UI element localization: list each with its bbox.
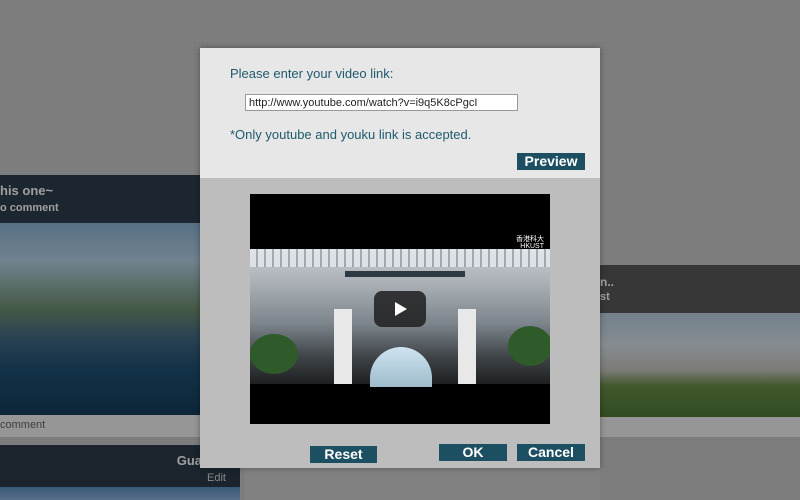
- post-card-right-subtitle: st: [600, 291, 610, 303]
- play-button[interactable]: [374, 291, 426, 327]
- video-frame-roof: [250, 249, 550, 267]
- video-frame-banner: [345, 271, 465, 277]
- video-preview[interactable]: 香港科大 HKUST: [250, 194, 550, 424]
- hkust-logo-line1: 香港科大: [516, 236, 544, 243]
- post-card-bottom-edit-link[interactable]: Edit: [207, 472, 226, 484]
- cancel-button[interactable]: Cancel: [517, 444, 585, 461]
- reset-button[interactable]: Reset: [310, 446, 377, 463]
- post-card-right[interactable]: n.. st: [600, 265, 800, 437]
- post-card-right-footer: [600, 417, 800, 437]
- post-card-right-title: n..: [600, 275, 614, 289]
- video-frame-tree-right: [508, 326, 550, 366]
- accepted-links-note: *Only youtube and youku link is accepted…: [230, 127, 472, 142]
- video-url-input[interactable]: [245, 94, 518, 111]
- post-card-bottom-title: Gua: [176, 453, 202, 468]
- preview-button[interactable]: Preview: [517, 153, 585, 170]
- post-card-right-photo[interactable]: [600, 313, 800, 417]
- video-frame-tree-left: [250, 334, 298, 374]
- hkust-logo: 香港科大 HKUST: [504, 236, 544, 250]
- hkust-logo-line2: HKUST: [520, 243, 544, 250]
- video-link-dialog: Please enter your video link: *Only yout…: [200, 48, 600, 468]
- video-frame-pillar-right: [458, 309, 476, 384]
- video-link-form: Please enter your video link: *Only yout…: [200, 48, 600, 178]
- post-card-right-header: n.. st: [600, 265, 800, 313]
- post-card-bottom-photo[interactable]: [0, 487, 240, 500]
- post-card-left-title: his one~: [0, 183, 54, 198]
- video-link-prompt: Please enter your video link:: [230, 66, 394, 81]
- ok-button[interactable]: OK: [439, 444, 507, 461]
- post-card-left-comment-label[interactable]: comment: [0, 419, 45, 431]
- play-icon: [395, 302, 407, 316]
- video-frame-pillar-left: [334, 309, 352, 384]
- post-card-left-subtitle: o comment: [0, 202, 59, 214]
